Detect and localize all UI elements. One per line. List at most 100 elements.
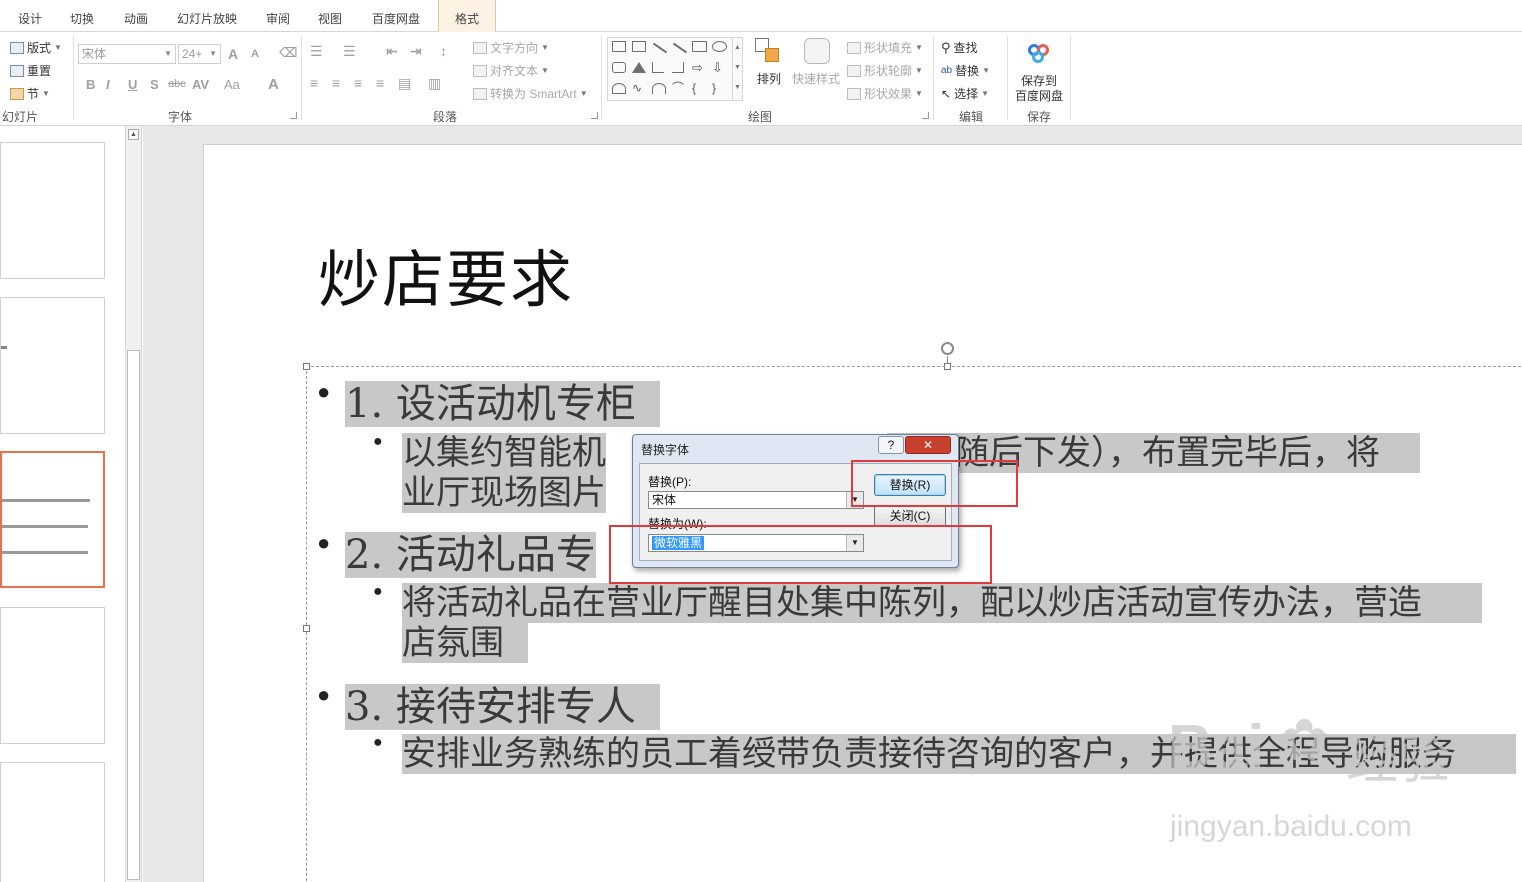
font-name-combo[interactable]: 宋体 ▼ xyxy=(78,44,176,64)
bullets-icon[interactable]: ☰ xyxy=(310,43,323,60)
distributed-icon[interactable]: ▤ xyxy=(398,75,411,92)
left-brace-shape-icon[interactable]: { xyxy=(692,82,706,94)
elbow-arrow-icon[interactable] xyxy=(672,62,684,73)
paragraph-dialog-launcher-icon[interactable] xyxy=(591,112,598,119)
quick-styles-icon[interactable] xyxy=(804,38,832,66)
align-text-button[interactable]: 对齐文本 ▼ xyxy=(473,62,549,79)
group-label-editing: 编辑 xyxy=(958,110,983,124)
change-case-button[interactable]: Aa xyxy=(224,77,240,92)
chevron-down-icon: ▼ xyxy=(579,89,588,98)
right-brace-shape-icon[interactable]: } xyxy=(712,82,726,94)
group-divider xyxy=(1007,36,1008,120)
scrollbar-thumb[interactable] xyxy=(127,350,140,880)
shapes-gallery[interactable]: ⇨ ⇩ ∿ ⌒ { } ▲ ▼ ▼ xyxy=(607,37,743,101)
layout-button[interactable]: 版式 ▼ xyxy=(10,39,62,56)
scroll-up-icon[interactable]: ▲ xyxy=(128,129,139,140)
group-label-paragraph: 段落 xyxy=(432,110,457,124)
arrange-button[interactable]: 排列 xyxy=(757,70,781,87)
rotate-handle-icon[interactable] xyxy=(941,342,954,355)
group-label-drawing: 绘图 xyxy=(747,110,772,124)
bold-button[interactable]: B xyxy=(86,77,95,92)
select-button[interactable]: ↖ 选择 ▼ xyxy=(941,85,989,102)
tab-format[interactable]: 格式 xyxy=(438,0,496,32)
quick-styles-button[interactable]: 快速样式 xyxy=(792,70,840,87)
tab-slideshow[interactable]: 幻灯片放映 xyxy=(177,10,237,27)
underline-button[interactable]: U xyxy=(128,77,137,92)
strikethrough-button[interactable]: abc xyxy=(168,78,186,90)
scribble-shape-icon[interactable]: ∿ xyxy=(632,82,646,94)
tab-transitions[interactable]: 切换 xyxy=(70,10,94,27)
save-to-netdisk-label-2[interactable]: 百度网盘 xyxy=(1015,87,1063,104)
columns-icon[interactable]: ▥ xyxy=(428,75,441,92)
clear-format-icon[interactable]: ⌫ xyxy=(279,45,297,61)
down-arrow-shape-icon[interactable]: ⇩ xyxy=(712,61,727,74)
curve-shape-icon[interactable]: ⌒ xyxy=(672,82,686,94)
shape-outline-button[interactable]: 形状轮廓 ▼ xyxy=(847,62,923,79)
chevron-down-icon: ▼ xyxy=(541,43,549,52)
replace-ribbon-button[interactable]: ab 替换 ▼ xyxy=(941,62,990,79)
font-color-button[interactable]: A xyxy=(268,76,279,93)
shadow-button[interactable]: S xyxy=(150,77,159,92)
bullet-line-2: 2. 活动礼品专 xyxy=(345,532,596,578)
grow-font-button[interactable]: A xyxy=(228,46,238,62)
rectangle-shape-icon[interactable] xyxy=(692,41,707,52)
align-right-icon[interactable]: ≡ xyxy=(354,75,362,91)
thumbnail-scrollbar[interactable]: ▲ xyxy=(126,126,142,882)
shape-effects-button[interactable]: 形状效果 ▼ xyxy=(847,85,923,102)
find-button[interactable]: ⚲ 查找 xyxy=(941,39,978,56)
elbow-connector-icon[interactable] xyxy=(652,62,664,73)
baidu-netdisk-icon[interactable] xyxy=(1026,40,1054,68)
tab-baidu-netdisk[interactable]: 百度网盘 xyxy=(372,10,420,27)
tab-view[interactable]: 视图 xyxy=(318,10,342,27)
tab-design[interactable]: 设计 xyxy=(18,10,42,27)
replace-font-combo[interactable]: 宋体 ▼ xyxy=(648,491,864,509)
convert-smartart-button[interactable]: 转换为 SmartArt ▼ xyxy=(473,85,588,102)
decrease-indent-icon[interactable]: ⇤ xyxy=(386,43,398,60)
arrow-shape-icon[interactable] xyxy=(672,42,688,54)
right-arrow-shape-icon[interactable]: ⇨ xyxy=(692,61,707,74)
close-button[interactable]: 关闭(C) xyxy=(874,505,946,527)
numbering-icon[interactable]: ☰ xyxy=(343,43,356,60)
group-label-font: 字体 xyxy=(167,110,192,124)
tab-review[interactable]: 审阅 xyxy=(266,10,290,27)
freeform-shape-icon[interactable] xyxy=(612,83,626,94)
resize-handle[interactable] xyxy=(944,363,951,370)
drawing-dialog-launcher-icon[interactable] xyxy=(922,112,929,119)
slide-title[interactable]: 炒店要求 xyxy=(318,229,574,319)
tab-animations[interactable]: 动画 xyxy=(124,10,148,27)
paw-icon: ✿ xyxy=(1280,708,1329,773)
font-dialog-launcher-icon[interactable] xyxy=(290,112,297,119)
oval-shape-icon[interactable] xyxy=(712,41,727,52)
slide-thumbnail-active[interactable] xyxy=(0,451,105,588)
font-size-combo[interactable]: 24+ ▼ xyxy=(178,44,221,64)
slide-thumbnail[interactable] xyxy=(0,142,105,279)
char-spacing-button[interactable]: AV xyxy=(192,77,209,92)
gallery-scroll-icon[interactable]: ▲ ▼ ▼ xyxy=(732,38,742,100)
align-center-icon[interactable]: ≡ xyxy=(332,75,340,91)
justify-icon[interactable]: ≡ xyxy=(376,75,384,91)
rounded-rect-shape-icon[interactable] xyxy=(612,62,626,73)
group-divider xyxy=(601,36,602,120)
line-shape-icon[interactable] xyxy=(652,42,668,54)
italic-button[interactable]: I xyxy=(106,77,110,92)
help-button[interactable]: ? xyxy=(878,436,904,454)
resize-handle[interactable] xyxy=(303,625,310,632)
shrink-font-button[interactable]: A xyxy=(251,48,259,60)
dialog-close-button[interactable]: ✕ xyxy=(905,436,951,454)
shape-fill-button[interactable]: 形状填充 ▼ xyxy=(847,39,923,56)
line-spacing-icon[interactable]: ↕ xyxy=(440,43,447,59)
section-button[interactable]: 节 ▼ xyxy=(10,85,50,102)
text-direction-button[interactable]: 文字方向 ▼ xyxy=(473,39,549,56)
triangle-shape-icon[interactable] xyxy=(632,62,646,73)
vertical-textbox-shape-icon[interactable] xyxy=(632,41,646,52)
slide-thumbnail[interactable] xyxy=(0,762,105,882)
increase-indent-icon[interactable]: ⇥ xyxy=(410,43,422,60)
reset-button[interactable]: 重置 xyxy=(10,62,51,79)
align-left-icon[interactable]: ≡ xyxy=(310,75,318,91)
resize-handle[interactable] xyxy=(303,363,310,370)
slide-thumbnail[interactable] xyxy=(0,607,105,744)
arrange-icon[interactable] xyxy=(755,38,783,66)
slide-thumbnail[interactable] xyxy=(0,297,105,434)
textbox-shape-icon[interactable] xyxy=(612,41,626,52)
arc-shape-icon[interactable] xyxy=(652,83,666,94)
